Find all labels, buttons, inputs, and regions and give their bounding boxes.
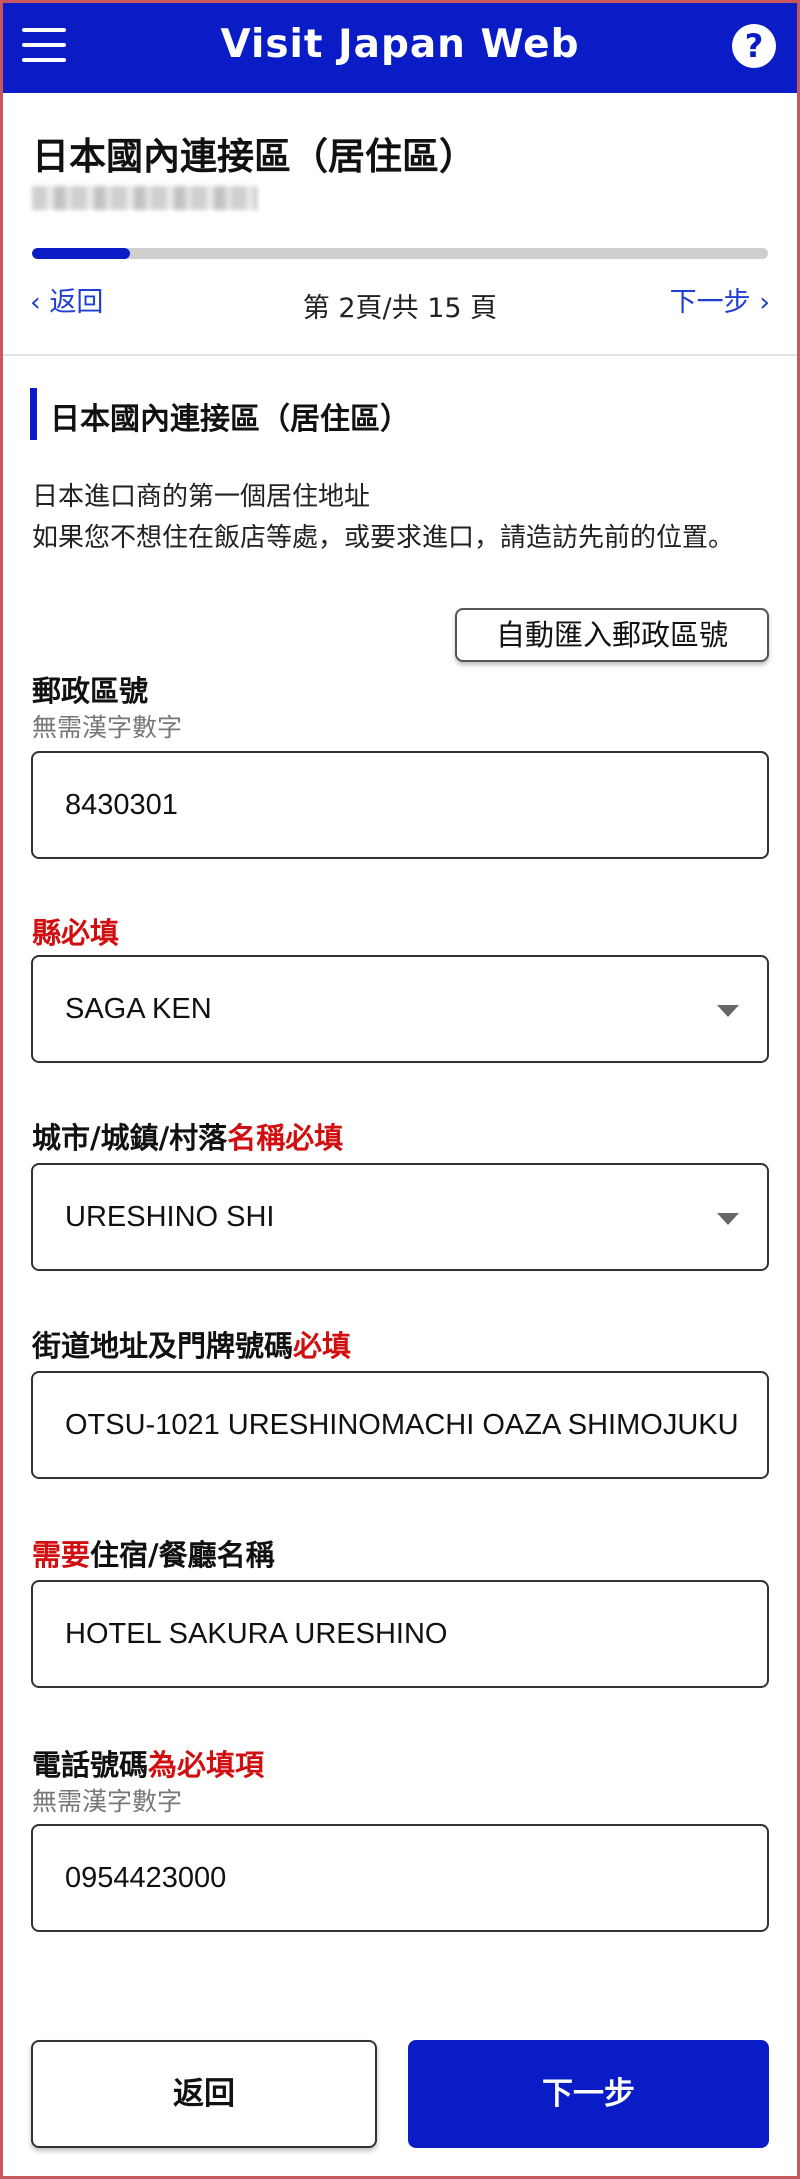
progress-bar	[32, 248, 768, 259]
nav-next-link[interactable]: 下一步 ›	[670, 280, 770, 319]
chevron-right-icon: ›	[759, 287, 770, 318]
postal-label: 郵政區號	[32, 674, 149, 708]
accommodation-label: 需要住宿/餐廳名稱	[32, 1532, 275, 1574]
redacted-id	[32, 186, 257, 210]
nav-next-label: 下一步	[669, 287, 751, 318]
auto-postal-button[interactable]: 自動匯入郵政區號	[455, 608, 769, 662]
postal-hint: 無需漢字數字	[32, 713, 183, 742]
postal-input[interactable]: 8430301	[31, 751, 769, 859]
city-select[interactable]: URESHINO SHI	[31, 1163, 769, 1271]
help-icon[interactable]: ?	[732, 24, 776, 68]
top-app-bar: Visit Japan Web ?	[0, 0, 800, 93]
phone-hint: 無需漢字數字	[32, 1787, 183, 1816]
phone-required: 為必填項	[148, 1748, 265, 1782]
dropdown-arrow-icon	[717, 1005, 739, 1017]
section-title: 日本國內連接區（居住區）	[50, 402, 410, 437]
accommodation-required: 需要	[32, 1538, 91, 1572]
back-button[interactable]: 返回	[31, 2040, 377, 2148]
city-label-text: 城市/城鎮/村落	[32, 1121, 228, 1155]
prefecture-value: SAGA KEN	[65, 993, 212, 1025]
phone-input[interactable]: 0954423000	[31, 1824, 769, 1932]
city-required: 名稱必填	[227, 1121, 344, 1155]
accommodation-label-text: 住宿/餐廳名稱	[90, 1538, 275, 1572]
app-title: Visit Japan Web	[220, 22, 580, 67]
city-label: 城市/城鎮/村落名稱必填	[32, 1115, 343, 1157]
street-required: 必填	[293, 1329, 352, 1363]
street-input[interactable]: OTSU-1021 URESHINOMACHI OAZA SHIMOJUKU	[31, 1371, 769, 1479]
street-label: 街道地址及門牌號碼必填	[32, 1323, 351, 1365]
phone-label-text: 電話號碼	[32, 1748, 149, 1782]
prefecture-select[interactable]: SAGA KEN	[31, 955, 769, 1063]
phone-label: 電話號碼為必填項	[32, 1742, 264, 1784]
city-value: URESHINO SHI	[65, 1201, 275, 1233]
street-label-text: 街道地址及門牌號碼	[32, 1329, 294, 1363]
description-line-1: 日本進口商的第一個居住地址	[32, 482, 371, 512]
section-description: 日本進口商的第一個居住地址 如果您不想住在飯店等處，或要求進口，請造訪先前的位置…	[32, 477, 734, 559]
dropdown-arrow-icon	[717, 1213, 739, 1225]
divider	[0, 354, 800, 356]
progress-fill	[32, 248, 130, 259]
next-button[interactable]: 下一步	[408, 2040, 769, 2148]
prefecture-label: 縣必填	[32, 916, 120, 950]
page-title: 日本國內連接區（居住區）	[32, 135, 476, 178]
section-accent-bar	[30, 388, 37, 440]
description-line-2: 如果您不想住在飯店等處，或要求進口，請造訪先前的位置。	[32, 523, 735, 553]
accommodation-input[interactable]: HOTEL SAKURA URESHINO	[31, 1580, 769, 1688]
